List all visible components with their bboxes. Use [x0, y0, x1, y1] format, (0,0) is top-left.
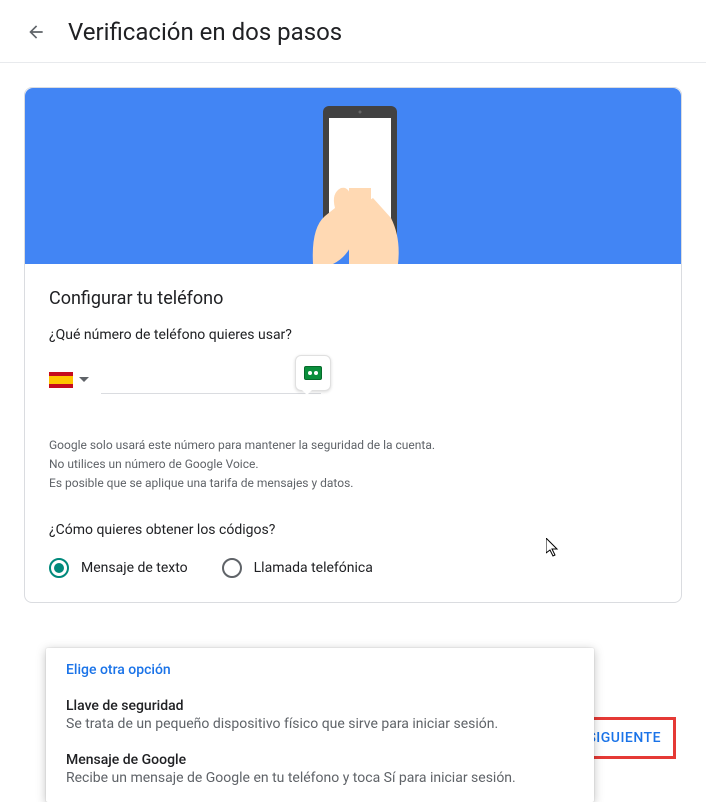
radio-label: Mensaje de texto: [81, 560, 188, 576]
radio-checked-icon: [49, 558, 69, 578]
disclaimer-line: Es posible que se aplique una tarifa de …: [49, 474, 657, 493]
page-header: Verificación en dos pasos: [0, 0, 706, 63]
card-content: Configurar tu teléfono ¿Qué número de te…: [25, 264, 681, 602]
back-arrow-icon[interactable]: [24, 20, 48, 44]
phone-input-row: [49, 365, 657, 394]
chevron-down-icon: [79, 377, 89, 382]
radio-label: Llamada telefónica: [254, 560, 373, 576]
popup-item-desc: Se trata de un pequeño dispositivo físic…: [66, 716, 574, 732]
popup-title: Elige otra opción: [46, 648, 594, 688]
popup-item-title: Mensaje de Google: [66, 752, 574, 768]
roboform-icon[interactable]: [295, 355, 331, 391]
hero-illustration: [25, 88, 681, 264]
phone-question: ¿Qué número de teléfono quieres usar?: [49, 327, 657, 343]
section-title: Configurar tu teléfono: [49, 288, 657, 309]
popup-item-security-key[interactable]: Llave de seguridad Se trata de un pequeñ…: [46, 688, 594, 742]
disclaimer-line: Google solo usará este número para mante…: [49, 436, 657, 455]
setup-card: Configurar tu teléfono ¿Qué número de te…: [24, 87, 682, 603]
popup-item-title: Llave de seguridad: [66, 698, 574, 714]
radio-group: Mensaje de texto Llamada telefónica: [49, 558, 657, 578]
page-title: Verificación en dos pasos: [68, 18, 342, 46]
phone-input[interactable]: [101, 365, 321, 394]
disclaimer-text: Google solo usará este número para mante…: [49, 436, 657, 494]
alternative-options-popup: Elige otra opción Llave de seguridad Se …: [46, 648, 594, 802]
radio-sms[interactable]: Mensaje de texto: [49, 558, 188, 578]
popup-item-google-prompt[interactable]: Mensaje de Google Recibe un mensaje de G…: [46, 742, 594, 802]
disclaimer-line: No utilices un número de Google Voice.: [49, 455, 657, 474]
spain-flag-icon: [49, 372, 73, 388]
code-question: ¿Cómo quieres obtener los códigos?: [49, 522, 657, 538]
country-selector[interactable]: [49, 368, 89, 392]
radio-call[interactable]: Llamada telefónica: [222, 558, 373, 578]
radio-unchecked-icon: [222, 558, 242, 578]
popup-item-desc: Recibe un mensaje de Google en tu teléfo…: [66, 770, 574, 786]
